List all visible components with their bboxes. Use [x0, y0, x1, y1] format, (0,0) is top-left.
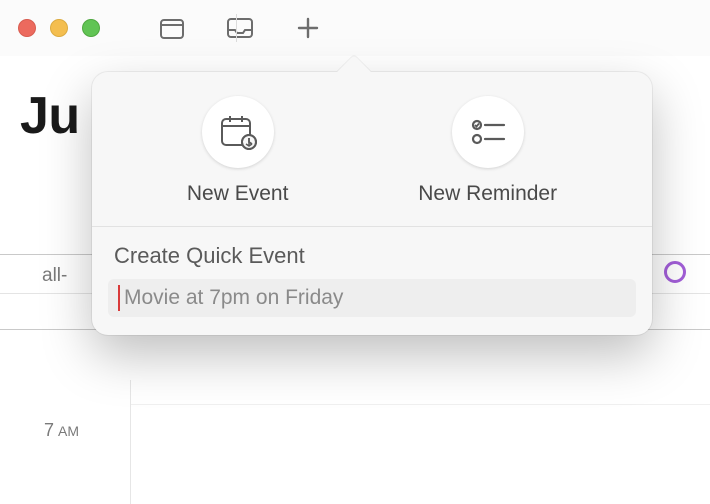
- time-grid-area: 7AM: [0, 380, 710, 504]
- time-grid[interactable]: [130, 380, 710, 504]
- add-button[interactable]: [296, 16, 320, 40]
- time-ampm: AM: [58, 423, 79, 439]
- window-titlebar: [0, 0, 710, 56]
- fullscreen-window-button[interactable]: [82, 19, 100, 37]
- new-event-popover: New Event New Reminder: [92, 72, 652, 335]
- time-hour: 7: [44, 420, 54, 440]
- allday-label: all-: [42, 265, 67, 287]
- new-event-label: New Event: [187, 182, 289, 206]
- new-reminder-label: New Reminder: [418, 182, 557, 206]
- reminder-list-icon: [470, 117, 506, 147]
- popover-buttons-row: New Event New Reminder: [92, 72, 652, 227]
- close-window-button[interactable]: [18, 19, 36, 37]
- allday-event-marker[interactable]: [664, 261, 686, 283]
- quick-event-section-title: Create Quick Event: [92, 227, 652, 279]
- new-reminder-button[interactable]: New Reminder: [418, 96, 557, 206]
- calendar-icon: [160, 17, 184, 39]
- window-controls: [18, 19, 100, 37]
- inbox-icon: [227, 18, 253, 38]
- calendar-list-button[interactable]: [160, 16, 184, 40]
- toolbar: [160, 16, 320, 40]
- minimize-window-button[interactable]: [50, 19, 68, 37]
- plus-icon: [297, 17, 319, 39]
- toolbar-divider: [236, 14, 237, 42]
- new-event-button[interactable]: New Event: [187, 96, 289, 206]
- month-title: Ju: [20, 86, 80, 146]
- calendar-add-icon: [219, 114, 257, 150]
- text-caret: [118, 285, 120, 311]
- inbox-button[interactable]: [228, 16, 252, 40]
- time-label-7am: 7AM: [44, 420, 79, 441]
- calendar-window: Ju all- ••• • 7AM: [0, 0, 710, 504]
- quick-event-input[interactable]: Movie at 7pm on Friday: [108, 279, 636, 317]
- quick-event-placeholder: Movie at 7pm on Friday: [124, 286, 343, 310]
